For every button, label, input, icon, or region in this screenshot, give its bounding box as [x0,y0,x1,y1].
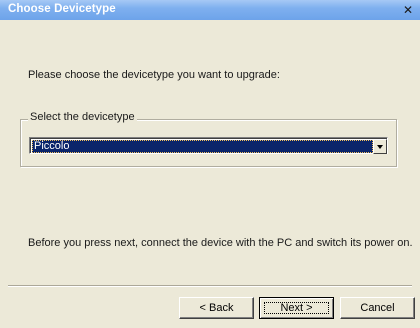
choose-devicetype-dialog: Choose Devicetype ✕ Please choose the de… [0,0,420,328]
select-frame: Piccolo [30,138,387,154]
back-button-label: < Back [199,302,234,314]
chevron-down-icon [377,144,383,149]
cancel-button-label: Cancel [360,302,395,314]
next-button[interactable]: Next > [259,297,334,319]
title-bar[interactable]: Choose Devicetype ✕ [0,0,420,20]
connection-note: Before you press next, connect the devic… [28,237,413,249]
selected-devicetype: Piccolo [32,140,373,153]
devicetype-select[interactable]: Piccolo [29,137,388,154]
window-title: Choose Devicetype [8,3,116,15]
instruction-text: Please choose the devicetype you want to… [28,69,280,81]
button-separator [8,285,412,287]
back-button[interactable]: < Back [179,297,254,319]
cancel-button[interactable]: Cancel [340,297,415,319]
groupbox-label: Select the devicetype [28,111,137,123]
close-icon[interactable]: ✕ [402,3,414,16]
focus-rect [264,302,329,314]
dropdown-button[interactable] [373,139,387,154]
